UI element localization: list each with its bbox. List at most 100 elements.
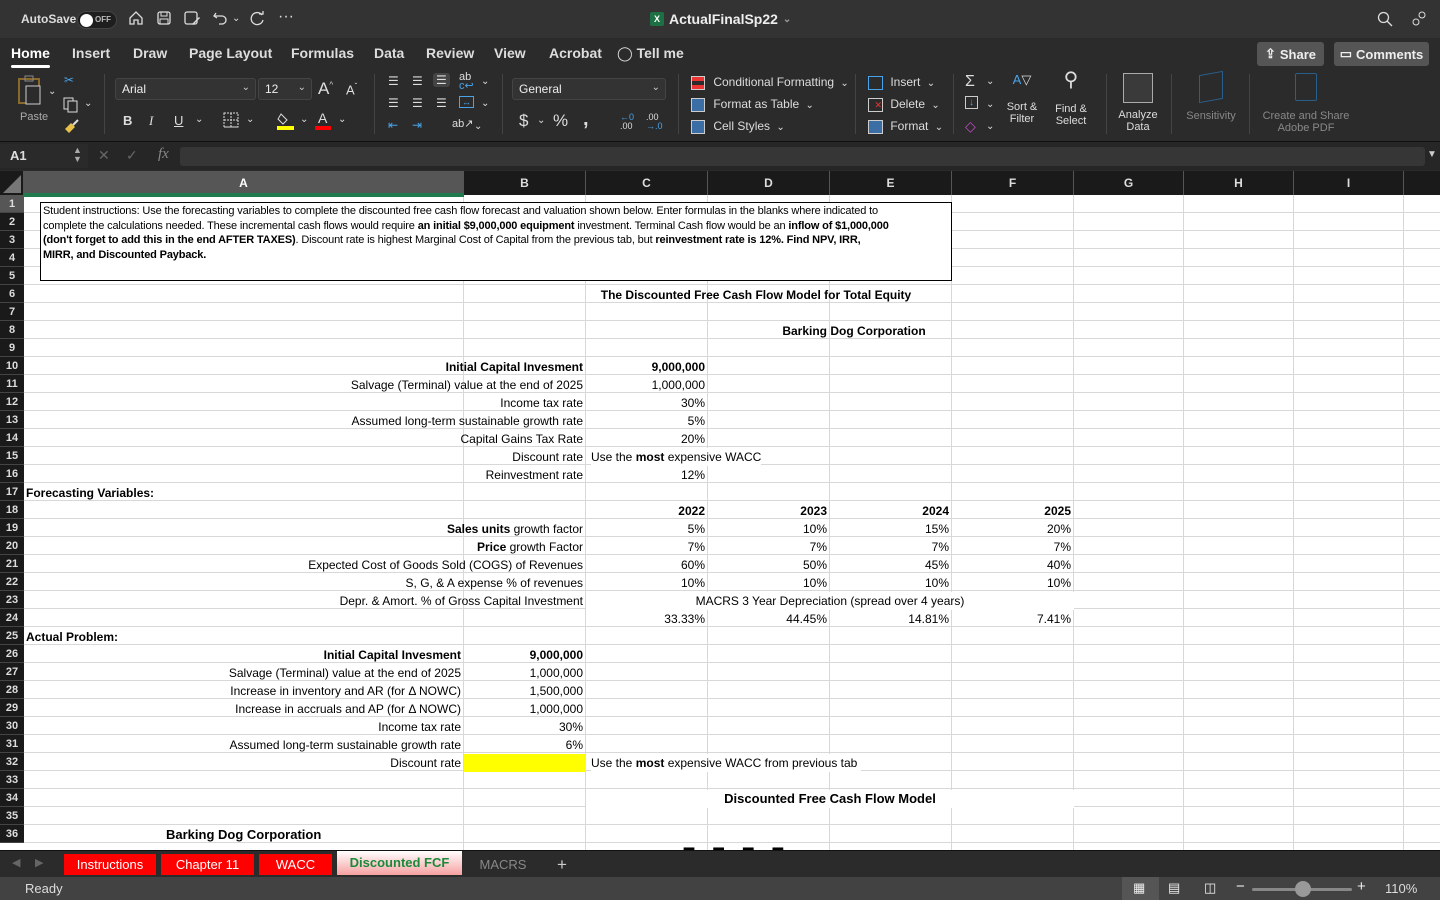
align-right-icon[interactable]: ☰: [436, 96, 447, 110]
tab-review[interactable]: Review: [426, 45, 474, 61]
row-header-3[interactable]: 3: [0, 231, 24, 249]
font-color-dropdown-icon[interactable]: ⌄: [338, 114, 346, 125]
sensitivity-button[interactable]: Sensitivity: [1181, 70, 1241, 122]
row-header-34[interactable]: 34: [0, 789, 24, 807]
cells-area[interactable]: The Discounted Free Cash Flow Model for …: [24, 195, 1440, 850]
tab-insert[interactable]: Insert: [72, 45, 110, 61]
fill-color-dropdown-icon[interactable]: ⌄: [300, 114, 308, 125]
row-header-18[interactable]: 18: [0, 501, 24, 519]
share-button[interactable]: ⇪ Share: [1257, 42, 1324, 66]
number-format-dropdown[interactable]: General ⌄: [512, 78, 666, 100]
save-as-icon[interactable]: [183, 10, 201, 31]
sheet-tab-discounted-fcf[interactable]: Discounted FCF: [337, 851, 462, 875]
cell-styles-button[interactable]: Cell Styles ⌄: [691, 119, 785, 134]
underline-button[interactable]: U: [174, 113, 183, 128]
row-header-2[interactable]: 2: [0, 213, 24, 231]
row-header-10[interactable]: 10: [0, 357, 24, 375]
page-layout-view-icon[interactable]: ▤: [1168, 880, 1180, 896]
currency-dropdown-icon[interactable]: ⌄: [537, 115, 545, 126]
zoom-out-button[interactable]: −: [1236, 878, 1245, 895]
clear-dropdown-icon[interactable]: ⌄: [986, 121, 994, 132]
comma-icon[interactable]: ,: [583, 108, 589, 131]
home-icon[interactable]: [128, 10, 144, 31]
conditional-formatting-button[interactable]: Conditional Formatting ⌄: [691, 75, 849, 90]
expand-formula-bar-icon[interactable]: ▼: [1427, 149, 1437, 160]
autosum-dropdown-icon[interactable]: ⌄: [986, 76, 994, 87]
merge-dropdown-icon[interactable]: ⌄: [481, 98, 489, 109]
undo-dropdown-icon[interactable]: ⌄: [232, 13, 240, 24]
sheet-tab-instructions[interactable]: Instructions: [64, 854, 156, 875]
search-icon[interactable]: [1377, 11, 1393, 32]
tab-page-layout[interactable]: Page Layout: [189, 45, 272, 61]
font-size-dropdown[interactable]: 12 ⌄: [258, 78, 312, 100]
analyze-data-button[interactable]: Analyze Data: [1117, 73, 1159, 133]
format-cells-button[interactable]: Format ⌄: [868, 119, 943, 134]
spreadsheet-grid[interactable]: A B C D E F G H I 1 2 3 4 5 6 7 8 9 10 11 12 13 14 15 1…: [0, 171, 1440, 850]
share-people-icon[interactable]: [1410, 10, 1428, 33]
row-header-24[interactable]: 24: [0, 609, 24, 627]
cut-icon[interactable]: ✂: [64, 73, 74, 87]
row-header-4[interactable]: 4: [0, 249, 24, 267]
create-share-pdf-button[interactable]: Create and Share Adobe PDF: [1258, 73, 1354, 134]
row-header-27[interactable]: 27: [0, 663, 24, 681]
row-header-28[interactable]: 28: [0, 681, 24, 699]
row-header-23[interactable]: 23: [0, 591, 24, 609]
currency-icon[interactable]: $: [519, 111, 528, 131]
zoom-slider-handle[interactable]: [1295, 881, 1311, 897]
borders-icon[interactable]: [223, 112, 239, 131]
row-header-13[interactable]: 13: [0, 411, 24, 429]
page-break-view-icon[interactable]: ◫: [1204, 880, 1216, 896]
row-header-17[interactable]: 17: [0, 483, 24, 501]
row-header-25[interactable]: 25: [0, 627, 24, 645]
delete-cells-button[interactable]: ✕ Delete ⌄: [868, 97, 940, 112]
row-header-21[interactable]: 21: [0, 555, 24, 573]
row-header-35[interactable]: 35: [0, 807, 24, 825]
bold-button[interactable]: B: [123, 113, 132, 128]
format-as-table-button[interactable]: Format as Table ⌄: [691, 97, 814, 112]
format-painter-icon[interactable]: [63, 119, 79, 138]
decrease-decimal-icon[interactable]: .00 →.0: [646, 113, 663, 131]
align-middle-icon[interactable]: ☰: [412, 74, 423, 88]
underline-dropdown-icon[interactable]: ⌄: [195, 114, 203, 125]
row-header-6[interactable]: 6: [0, 285, 24, 303]
column-header-c[interactable]: C: [586, 171, 708, 195]
sheet-tab-chapter-11[interactable]: Chapter 11: [161, 854, 254, 875]
wrap-text-dropdown-icon[interactable]: ⌄: [481, 76, 489, 87]
prev-sheet-icon[interactable]: ◀: [12, 856, 20, 869]
tab-draw[interactable]: Draw: [133, 45, 167, 61]
column-header-e[interactable]: E: [830, 171, 952, 195]
decrease-font-icon[interactable]: Aˇ: [346, 82, 357, 97]
row-header-29[interactable]: 29: [0, 699, 24, 717]
row-header-32[interactable]: 32: [0, 753, 24, 771]
align-bottom-icon[interactable]: ☰: [433, 73, 450, 87]
column-header-i[interactable]: I: [1294, 171, 1404, 195]
increase-font-icon[interactable]: A^: [318, 79, 333, 99]
undo-icon[interactable]: [212, 10, 228, 31]
decrease-indent-icon[interactable]: ⇤: [388, 118, 398, 132]
tab-view[interactable]: View: [494, 45, 526, 61]
column-header-d[interactable]: D: [708, 171, 830, 195]
zoom-in-button[interactable]: +: [1357, 878, 1366, 895]
paste-button[interactable]: [16, 74, 50, 111]
align-left-icon[interactable]: ☰: [388, 96, 399, 110]
column-header-g[interactable]: G: [1074, 171, 1184, 195]
row-header-5[interactable]: 5: [0, 267, 24, 285]
tab-home[interactable]: Home: [11, 45, 50, 68]
row-header-30[interactable]: 30: [0, 717, 24, 735]
row-header-26[interactable]: 26: [0, 645, 24, 663]
column-header-b[interactable]: B: [464, 171, 586, 195]
tell-me[interactable]: ◯ Tell me: [617, 45, 684, 62]
comments-button[interactable]: ▭ Comments: [1334, 42, 1429, 66]
add-sheet-button[interactable]: +: [548, 854, 576, 875]
document-title[interactable]: X ActualFinalSp22 ⌄: [650, 11, 791, 27]
font-name-dropdown[interactable]: Arial ⌄: [115, 78, 256, 100]
tab-formulas[interactable]: Formulas: [291, 45, 354, 61]
borders-dropdown-icon[interactable]: ⌄: [246, 114, 254, 125]
row-header-33[interactable]: 33: [0, 771, 24, 789]
wrap-text-icon[interactable]: ab c↩: [459, 72, 474, 92]
row-header-8[interactable]: 8: [0, 321, 24, 339]
sheet-tab-macrs[interactable]: MACRS: [470, 854, 536, 875]
discount-rate-input-cell[interactable]: [464, 754, 586, 772]
clear-icon[interactable]: ◇: [965, 118, 976, 135]
row-header-19[interactable]: 19: [0, 519, 24, 537]
